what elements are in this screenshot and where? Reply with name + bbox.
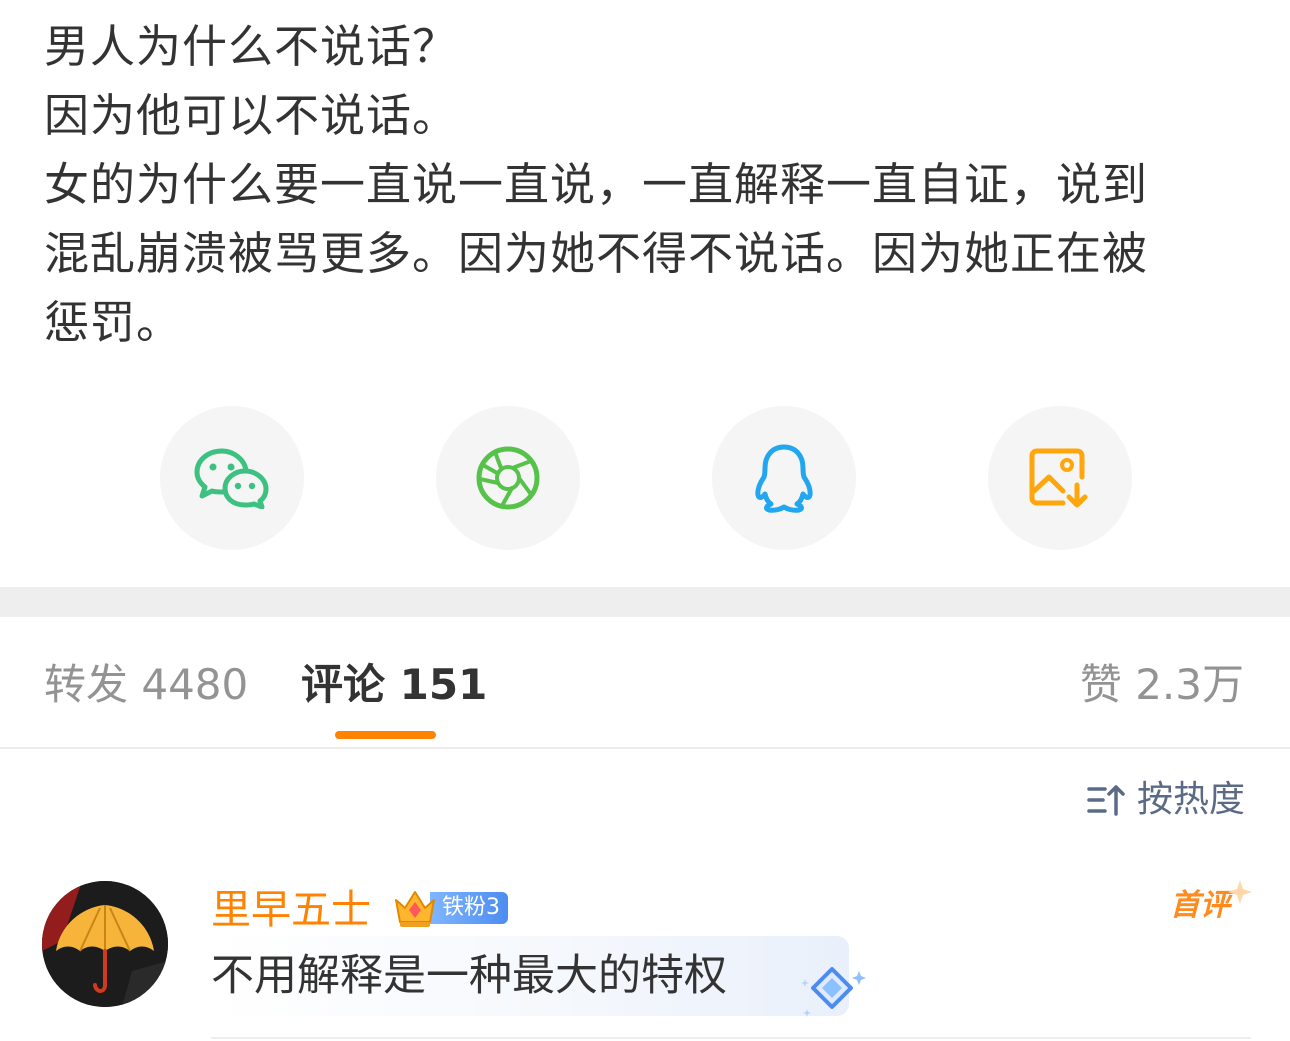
- avatar[interactable]: [42, 881, 168, 1007]
- post-line: 男人为什么不说话？: [44, 20, 459, 73]
- post-content: 男人为什么不说话？ 因为他可以不说话。 女的为什么要一直说一直说，一直解释一直自…: [44, 12, 1244, 357]
- sort-label: 按热度: [1136, 779, 1245, 820]
- qq-icon: [755, 444, 813, 513]
- comment-divider: [211, 1037, 1251, 1039]
- tabs-divider: [0, 747, 1290, 749]
- interaction-tabs: 转发 4480 评论 151 赞 2.3万: [0, 617, 1290, 747]
- diamond-bubble-decoration-icon: [801, 967, 866, 1017]
- share-qq-button[interactable]: [712, 406, 856, 550]
- sparkle-star-icon: [1228, 880, 1252, 904]
- weibo-post-detail: 男人为什么不说话？ 因为他可以不说话。 女的为什么要一直说一直说，一直解释一直自…: [0, 0, 1290, 1041]
- umbrella-avatar-image: [42, 881, 168, 1007]
- post-line: 混乱崩溃被骂更多。因为她不得不说话。因为她正在被: [44, 227, 1149, 280]
- sort-icon: [1087, 785, 1125, 816]
- crown-icon: [395, 891, 435, 927]
- moments-icon: [476, 446, 540, 510]
- comment-username[interactable]: 里早五士: [211, 884, 371, 936]
- post-line: 因为他可以不说话。: [44, 89, 459, 142]
- tab-comment[interactable]: 评论 151: [301, 657, 487, 713]
- post-line: 女的为什么要一直说一直说，一直解释一直自证，说到: [44, 158, 1149, 211]
- fan-badge[interactable]: 铁粉3: [392, 886, 508, 930]
- first-comment-tag: 首评: [1170, 880, 1252, 928]
- fan-badge-label: 铁粉3: [430, 892, 508, 924]
- save-image-icon: [1029, 448, 1088, 508]
- tab-repost[interactable]: 转发 4480: [44, 657, 248, 713]
- sort-by-hot-button[interactable]: 按热度: [1087, 776, 1245, 824]
- section-separator: [0, 587, 1290, 617]
- wechat-icon: [194, 448, 269, 509]
- comment-text: 不用解释是一种最大的特权: [211, 951, 727, 1001]
- save-image-button[interactable]: [988, 406, 1132, 550]
- share-row: [0, 406, 1290, 550]
- share-wechat-button[interactable]: [160, 406, 304, 550]
- first-comment-label: 首评: [1170, 888, 1230, 923]
- tab-like[interactable]: 赞 2.3万: [1080, 657, 1244, 713]
- share-moments-button[interactable]: [436, 406, 580, 550]
- post-line: 惩罚。: [44, 296, 183, 349]
- active-tab-indicator: [335, 731, 436, 739]
